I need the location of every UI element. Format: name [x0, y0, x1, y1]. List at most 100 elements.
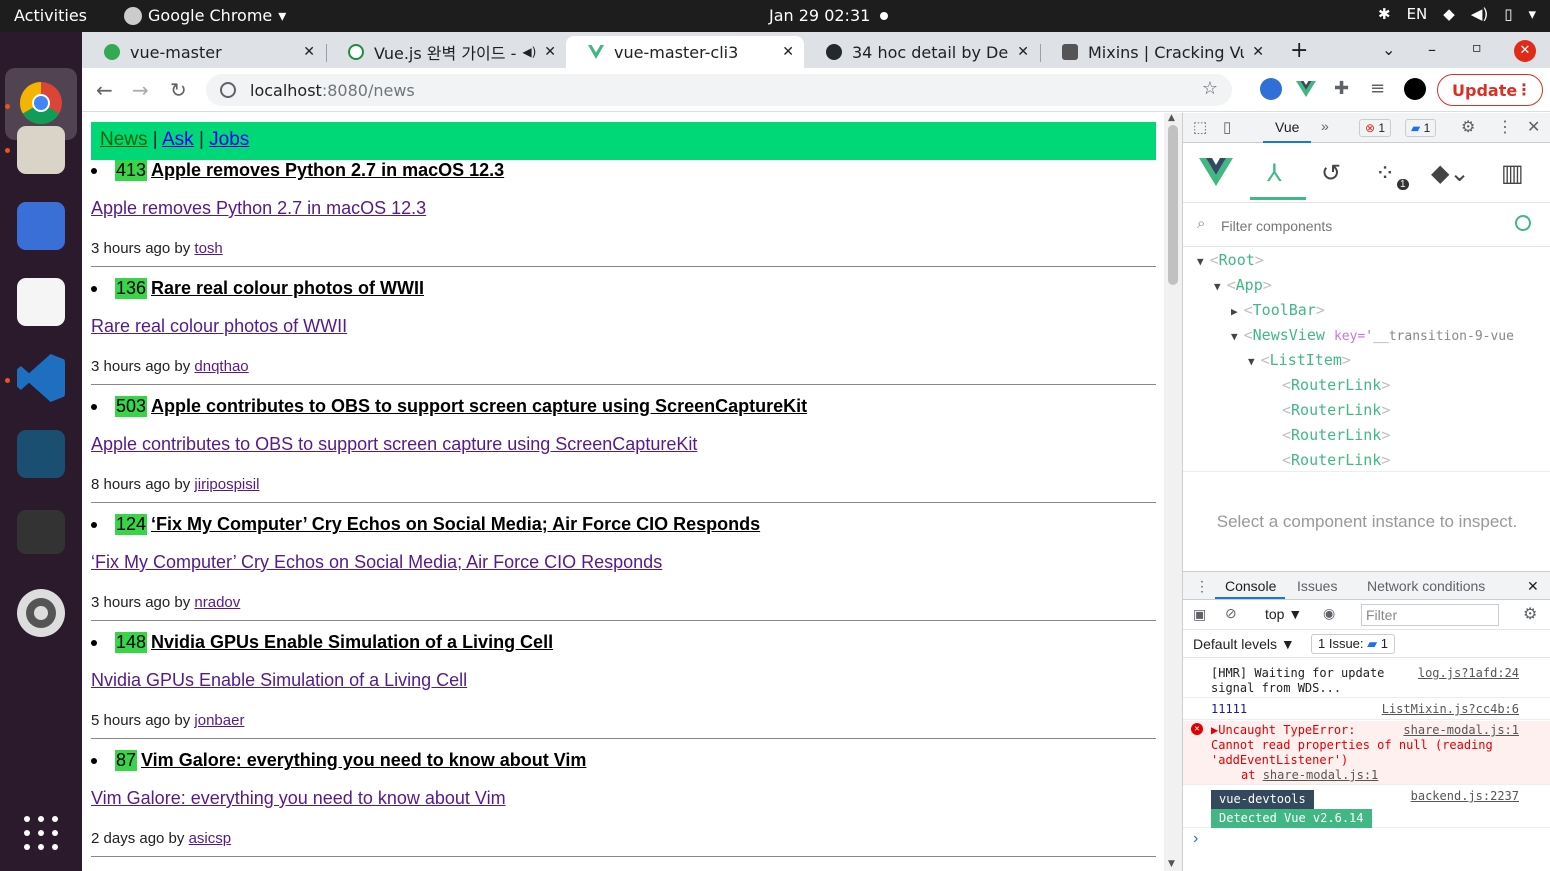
tab-vue[interactable]: Vue — [1263, 113, 1312, 143]
activities-button[interactable]: Activities — [14, 6, 87, 25]
nav-ask-link[interactable]: Ask — [162, 129, 194, 150]
news-title-link[interactable]: ‘Fix My Computer’ Cry Echos on Social Me… — [151, 514, 760, 535]
component-filter[interactable]: ⌕ Filter components — [1183, 203, 1550, 247]
app-grid-icon[interactable] — [22, 814, 60, 852]
text-editor-icon[interactable] — [17, 278, 65, 326]
close-window-icon[interactable]: ✕ — [1514, 40, 1536, 62]
close-devtools-icon[interactable]: ✕ — [1527, 117, 1540, 137]
maximize-window-icon[interactable]: ▫ — [1472, 40, 1482, 56]
news-url-link[interactable]: Nvidia GPUs Enable Simulation of a Livin… — [91, 670, 467, 691]
news-title-link[interactable]: Nvidia GPUs Enable Simulation of a Livin… — [151, 632, 553, 653]
tree-node-listitem[interactable]: ▼ <ListItem> — [1248, 351, 1351, 369]
forward-arrow-icon[interactable]: → — [132, 78, 149, 102]
console-source-link[interactable]: share-modal.js:1 — [1403, 723, 1519, 738]
close-tab-icon[interactable]: ✕ — [1252, 44, 1264, 60]
nav-news-link[interactable]: News — [100, 129, 148, 150]
bookmark-star-icon[interactable]: ☆ — [1202, 78, 1218, 99]
extensions-puzzle-icon[interactable]: ✚ — [1334, 78, 1349, 99]
news-user-link[interactable]: jiripospisil — [194, 476, 259, 493]
default-levels-dropdown[interactable]: Default levels ▼ — [1193, 636, 1295, 652]
news-title-link[interactable]: Vim Galore: everything you need to know … — [141, 750, 586, 771]
console-source-link[interactable]: ListMixin.js?cc4b:6 — [1382, 702, 1519, 716]
vuex-store-icon[interactable]: ⁘ — [1375, 159, 1395, 188]
news-url-link[interactable]: Apple removes Python 2.7 in macOS 12.3 — [91, 198, 426, 219]
tab-vue-master-cli3[interactable]: vue-master-cli3 ✕ — [566, 36, 804, 68]
tab-console[interactable]: Console — [1225, 578, 1276, 594]
console-prompt[interactable]: › — [1193, 830, 1198, 848]
stack-link[interactable]: share-modal.js:1 — [1263, 768, 1379, 782]
news-user-link[interactable]: nradov — [194, 594, 240, 611]
mysql-workbench-icon[interactable] — [17, 430, 65, 478]
chrome-icon[interactable] — [19, 81, 63, 125]
extension-blue-icon[interactable] — [1260, 78, 1282, 100]
devtools-settings-icon[interactable]: ⚙ — [1461, 117, 1475, 137]
tab-network-conditions[interactable]: Network conditions — [1367, 578, 1485, 594]
tree-node-newsview[interactable]: ▼ <NewsView key='__transition-9-vue — [1231, 326, 1514, 344]
console-source-link[interactable]: backend.js:2237 — [1411, 788, 1519, 805]
close-tab-icon[interactable]: ✕ — [1017, 44, 1029, 60]
site-info-icon[interactable] — [220, 82, 236, 98]
tree-node-toolbar[interactable]: ▶ <ToolBar> — [1231, 301, 1325, 319]
tree-node-routerlink[interactable]: <RouterLink> — [1282, 376, 1390, 394]
console-filter-input[interactable]: Filter — [1361, 604, 1499, 626]
select-component-target-icon[interactable] — [1515, 215, 1531, 231]
live-expression-eye-icon[interactable]: ◉ — [1323, 605, 1335, 622]
news-user-link[interactable]: asicsp — [189, 830, 232, 847]
sidebar-toggle-icon[interactable]: ▣ — [1193, 606, 1206, 623]
tab-issues[interactable]: Issues — [1297, 578, 1337, 594]
performance-chart-icon[interactable]: ▥ — [1501, 159, 1524, 188]
tree-node-root[interactable]: ▼ <Root> — [1197, 251, 1264, 269]
minimize-window-icon[interactable]: – — [1428, 40, 1436, 59]
audio-playing-icon[interactable]: ◀) — [522, 45, 536, 59]
tree-node-routerlink[interactable]: <RouterLink> — [1282, 451, 1390, 469]
timeline-history-icon[interactable]: ↺ — [1321, 159, 1341, 188]
router-icon[interactable]: ◆⌄ — [1431, 159, 1470, 188]
news-user-link[interactable]: jonbaer — [194, 712, 244, 729]
filter-components-input[interactable]: Filter components — [1221, 218, 1332, 234]
tab-search-chevron-icon[interactable]: ⌄ — [1382, 40, 1395, 59]
vscode-icon[interactable] — [17, 354, 65, 402]
news-url-link[interactable]: Apple contributes to OBS to support scre… — [91, 434, 697, 455]
context-selector[interactable]: top ▼ — [1265, 606, 1302, 622]
page-scrollbar[interactable]: ▲ ▼ — [1164, 113, 1182, 871]
news-url-link[interactable]: Vim Galore: everything you need to know … — [91, 788, 506, 809]
news-user-link[interactable]: dnqthao — [194, 358, 248, 375]
more-tabs-icon[interactable]: » — [1321, 118, 1329, 134]
console-settings-icon[interactable]: ⚙ — [1523, 604, 1537, 624]
system-tray[interactable]: ✱ EN ◆ ◀) ▯ ▾ — [1378, 5, 1536, 23]
tree-node-routerlink[interactable]: <RouterLink> — [1282, 401, 1390, 419]
todo-icon[interactable] — [17, 202, 65, 250]
close-drawer-icon[interactable]: ✕ — [1527, 578, 1539, 595]
news-title-link[interactable]: Apple removes Python 2.7 in macOS 12.3 — [151, 160, 504, 181]
tab-vue-guide[interactable]: Vue.js 완벽 가이드 - ◀) ✕ — [326, 36, 566, 68]
address-bar[interactable]: localhost:8080/news ☆ — [206, 74, 1232, 106]
news-url-link[interactable]: ‘Fix My Computer’ Cry Echos on Social Me… — [91, 552, 662, 573]
back-arrow-icon[interactable]: ← — [96, 78, 113, 102]
tab-github-hoc[interactable]: 34 hoc detail by Debr ✕ — [804, 36, 1039, 68]
settings-icon[interactable] — [16, 588, 66, 638]
news-title-link[interactable]: Apple contributes to OBS to support scre… — [151, 396, 807, 417]
close-tab-icon[interactable]: ✕ — [782, 44, 794, 60]
tab-vue-master[interactable]: vue-master ✕ — [82, 36, 325, 68]
message-count-badge[interactable]: ▰ 1 — [1405, 119, 1437, 137]
clock[interactable]: Jan 29 02:31 — [769, 6, 870, 25]
device-toolbar-icon[interactable]: ▯ — [1223, 118, 1231, 136]
files-icon[interactable] — [17, 126, 65, 174]
clear-console-icon[interactable]: ⊘ — [1225, 605, 1237, 622]
nav-jobs-link[interactable]: Jobs — [209, 129, 249, 150]
update-button[interactable]: Update ⋮ — [1437, 74, 1543, 106]
language-indicator[interactable]: EN — [1407, 5, 1428, 23]
app-menu[interactable]: Google Chrome ▾ — [124, 6, 286, 25]
tab-mixins[interactable]: Mixins | Cracking Vue ✕ — [1040, 36, 1274, 68]
close-tab-icon[interactable]: ✕ — [544, 44, 556, 60]
reading-list-icon[interactable]: ≡ — [1370, 78, 1385, 99]
scrollbar-thumb[interactable] — [1168, 125, 1178, 285]
terminal-icon[interactable] — [17, 510, 65, 554]
inspect-element-icon[interactable]: ⬚ — [1193, 118, 1207, 136]
components-tree-icon[interactable]: ⅄ — [1267, 159, 1282, 188]
news-user-link[interactable]: tosh — [194, 240, 222, 257]
issues-counter-button[interactable]: 1 Issue: ▰ 1 — [1311, 634, 1396, 654]
tree-node-routerlink[interactable]: <RouterLink> — [1282, 426, 1390, 444]
profile-avatar[interactable] — [1404, 78, 1426, 100]
error-count-badge[interactable]: ⊗ 1 — [1359, 119, 1392, 137]
